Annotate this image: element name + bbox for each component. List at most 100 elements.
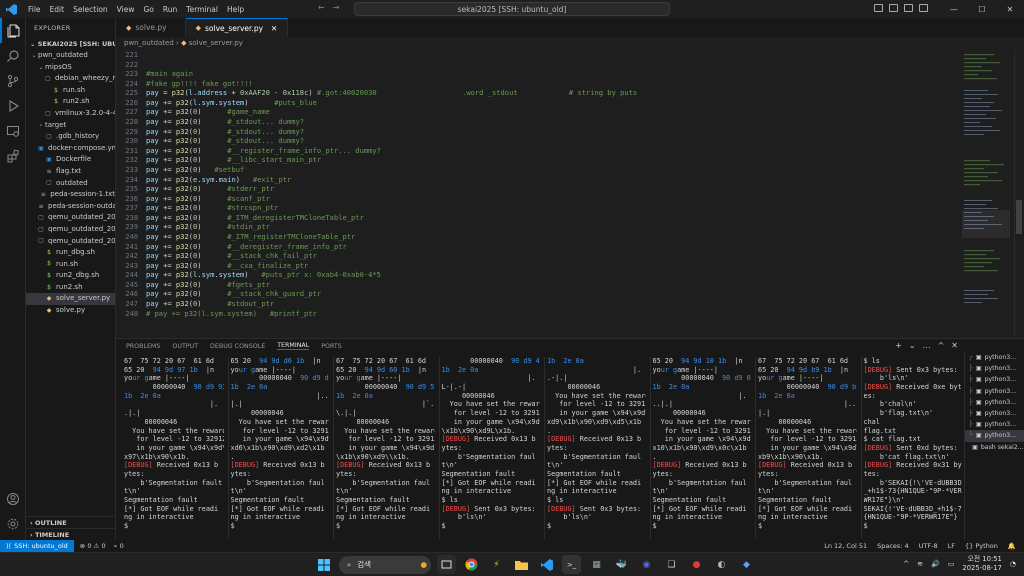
terminal-pane[interactable]: $ ls [DEBUG] Sent 0x3 bytes: b'ls\n' [DEBU…	[860, 357, 962, 539]
new-terminal-icon[interactable]: +	[895, 341, 902, 350]
maximize-icon[interactable]: ☐	[968, 0, 996, 18]
command-center[interactable]: sekai2025 [SSH: ubuntu_old]	[354, 2, 670, 16]
close-tab-icon[interactable]: ✕	[271, 24, 277, 33]
task-view-icon[interactable]	[437, 555, 456, 574]
tree-item-file[interactable]: ▢ .gdb_history	[26, 131, 115, 143]
docker-icon[interactable]: 🐳	[612, 555, 631, 574]
explorer-icon[interactable]	[0, 18, 26, 43]
close-panel-icon[interactable]: ✕	[951, 341, 958, 350]
outline-section[interactable]: › OUTLINE	[26, 516, 115, 528]
editor-tab[interactable]: ◆ solve.py	[116, 18, 186, 37]
clock[interactable]: 오전 10:51 2025-08-17	[962, 555, 1002, 573]
workspace-root[interactable]: ⌄ SEKAI2025 [SSH: UBUNTU...	[26, 38, 115, 50]
menu-item-edit[interactable]: Edit	[50, 5, 65, 14]
maximize-panel-icon[interactable]: ^	[938, 341, 945, 350]
timeline-section[interactable]: › TIMELINE	[26, 528, 115, 540]
terminal-list-item[interactable]: ├ ▣ python3...	[965, 419, 1024, 430]
app-icon-grey[interactable]: ▦	[587, 555, 606, 574]
search-icon[interactable]	[0, 43, 26, 68]
menu-item-go[interactable]: Go	[143, 5, 153, 14]
panel-tab-problems[interactable]: PROBLEMS	[126, 343, 160, 350]
terminal-pane[interactable]: 65 20 94 9d 10 1b |n your game |----| 000…	[649, 357, 751, 539]
terminal-list-item[interactable]: ├ ▣ python3...	[965, 397, 1024, 408]
tree-item-file[interactable]: ▢ vmlinux-3.2.0-4-4k...	[26, 108, 115, 120]
terminal-list-item[interactable]: ├ ▣ python3...	[965, 363, 1024, 374]
account-icon[interactable]	[0, 486, 26, 511]
run-debug-icon[interactable]	[0, 93, 26, 118]
terminal-list-item[interactable]: ▣ bash sekai2...	[965, 442, 1024, 453]
close-icon[interactable]: ✕	[996, 0, 1024, 18]
menu-item-file[interactable]: File	[28, 5, 41, 14]
terminal-list-item[interactable]: ├ ▣ python3...	[965, 374, 1024, 385]
panel-tab-terminal[interactable]: TERMINAL	[277, 342, 310, 350]
terminal-pane[interactable]: 65 20 94 9d d6 1b |n your game |----| 000…	[227, 357, 329, 539]
battery-icon[interactable]: ▭	[948, 560, 955, 568]
tray-chevron-icon[interactable]: ^	[903, 560, 909, 568]
panel-tab-output[interactable]: OUTPUT	[172, 343, 198, 350]
customize-layout-icon[interactable]	[919, 4, 928, 12]
back-arrow-icon[interactable]: ←	[318, 3, 325, 12]
tree-item-file[interactable]: ▢ debian_wheezy_mi...	[26, 73, 115, 85]
editor-scrollbar[interactable]	[1014, 50, 1022, 338]
tree-item-docker[interactable]: ▣ docker-compose.yml	[26, 143, 115, 155]
menu-item-terminal[interactable]: Terminal	[186, 5, 218, 14]
tree-item-py[interactable]: ◆ solve.py	[26, 305, 115, 317]
app-icon-red[interactable]: ●	[687, 555, 706, 574]
terminal-pane[interactable]: 67 75 72 20 67 61 6d 65 20 94 9d b9 1b |n…	[755, 357, 857, 539]
terminal-app-icon[interactable]: >_	[562, 555, 581, 574]
scrollbar-thumb[interactable]	[1016, 200, 1022, 234]
end-of-line[interactable]: LF	[948, 542, 955, 550]
wifi-icon[interactable]: ≋	[917, 560, 923, 568]
tree-item-sh[interactable]: $ run.sh	[26, 259, 115, 271]
toggle-secondary-sidebar-icon[interactable]	[904, 4, 913, 12]
app-icon-blue[interactable]: ◆	[737, 555, 756, 574]
notifications-icon[interactable]: 🔔	[1008, 542, 1016, 550]
menu-item-help[interactable]: Help	[227, 5, 244, 14]
tree-item-txt[interactable]: ≡ peda-session-outda...	[26, 201, 115, 213]
ports-indicator[interactable]: ⌁ 0	[114, 542, 124, 550]
editor-tab[interactable]: ◆ solve_server.py ✕	[185, 18, 289, 37]
menu-item-selection[interactable]: Selection	[73, 5, 108, 14]
volume-icon[interactable]: 🔊	[931, 560, 940, 568]
tree-item-py[interactable]: ◆ solve_server.py	[26, 293, 115, 306]
terminal-pane[interactable]: 67 75 72 20 67 61 6d 65 20 94 9d 60 1b |n…	[333, 357, 435, 539]
tree-item-folder-open[interactable]: ⌄ mipsOS	[26, 62, 115, 74]
terminal-list-item[interactable]: ┌ ▣ python3...	[965, 352, 1024, 363]
app-icon-light[interactable]: ❏	[662, 555, 681, 574]
toggle-sidebar-icon[interactable]	[874, 4, 883, 12]
indentation[interactable]: Spaces: 4	[877, 542, 909, 550]
notification-center-icon[interactable]: ◔	[1010, 560, 1016, 568]
tree-item-txt[interactable]: ≡ flag.txt	[26, 166, 115, 178]
language-mode[interactable]: {} Python	[965, 542, 998, 550]
problems-indicator[interactable]: ⊗ 0 ⚠ 0	[80, 542, 106, 550]
toggle-panel-icon[interactable]	[889, 4, 898, 12]
panel-tab-ports[interactable]: PORTS	[321, 343, 342, 350]
terminal-list-item[interactable]: └ ▣ python3...	[965, 430, 1024, 442]
cursor-position[interactable]: Ln 12, Col 51	[824, 542, 867, 550]
tree-item-sh[interactable]: $ run.sh	[26, 85, 115, 97]
tree-item-sh[interactable]: $ run2.sh	[26, 282, 115, 294]
source-control-icon[interactable]	[0, 68, 26, 93]
vscode-taskbar-icon[interactable]	[537, 555, 556, 574]
tree-item-file[interactable]: ▢ qemu_outdated_202...	[26, 212, 115, 224]
terminal-list-item[interactable]: ├ ▣ python3...	[965, 408, 1024, 419]
more-actions-icon[interactable]: …	[923, 341, 931, 350]
windows-start-icon[interactable]	[314, 555, 333, 574]
tree-item-sh[interactable]: $ run2.sh	[26, 96, 115, 108]
tree-item-sh[interactable]: $ run_dbg.sh	[26, 247, 115, 259]
tree-item-file[interactable]: ▢ outdated	[26, 178, 115, 190]
menu-item-view[interactable]: View	[117, 5, 135, 14]
forward-arrow-icon[interactable]: →	[333, 3, 340, 12]
tree-item-file[interactable]: ▢ qemu_outdated_202...	[26, 224, 115, 236]
terminal-pane[interactable]: 67 75 72 20 67 61 6d 65 20 94 9d 97 1b |n…	[122, 357, 224, 539]
remote-indicator[interactable]: ⟩⟨ SSH: ubuntu_old	[0, 540, 74, 552]
tree-item-folder-open[interactable]: ⌄ pwn_outdated	[26, 50, 115, 62]
app-icon-yellow[interactable]: ⚡	[487, 555, 506, 574]
tree-item-folder[interactable]: › target	[26, 120, 115, 132]
discord-icon[interactable]: ◉	[637, 555, 656, 574]
code-editor[interactable]: 221 222 223 #main again 224 #fake gp!!!! fake…	[116, 50, 936, 338]
breadcrumb-file[interactable]: solve_server.py	[189, 39, 243, 47]
encoding[interactable]: UTF-8	[919, 542, 938, 550]
remote-explorer-icon[interactable]	[0, 118, 26, 143]
panel-tab-debug-console[interactable]: DEBUG CONSOLE	[210, 343, 265, 350]
